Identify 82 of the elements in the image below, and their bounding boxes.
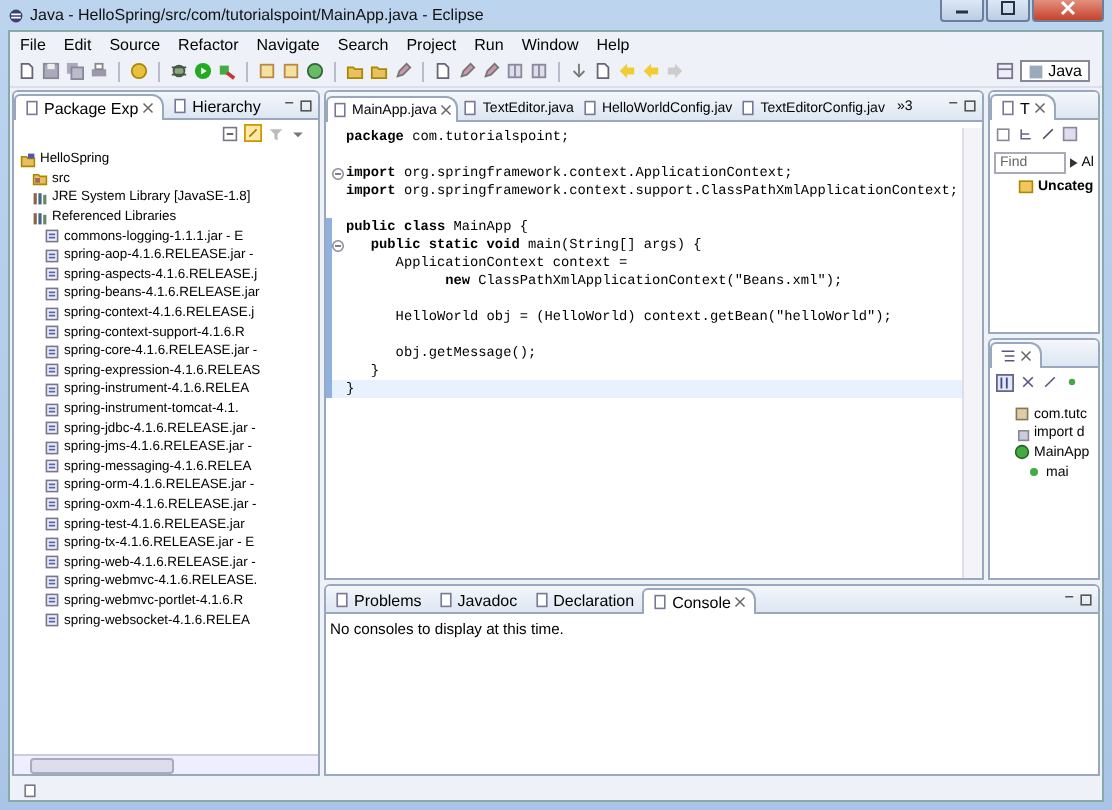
- close-button[interactable]: [1032, 0, 1104, 22]
- tab-icon: [1000, 100, 1016, 116]
- tab-icon: [172, 98, 189, 114]
- tab-icon: [581, 100, 598, 116]
- minimize-button[interactable]: [940, 0, 984, 22]
- grid-icon[interactable]: [506, 62, 524, 80]
- menu-item[interactable]: Search: [337, 35, 389, 53]
- tab-icon: [740, 100, 757, 116]
- menu-item[interactable]: File: [20, 35, 46, 53]
- fold-icon[interactable]: [332, 167, 344, 179]
- scrollbar[interactable]: [962, 128, 982, 578]
- menu-item[interactable]: Project: [406, 35, 457, 53]
- package-icon: [1014, 406, 1030, 423]
- link-icon[interactable]: [244, 124, 262, 142]
- tab-icon: [332, 102, 348, 118]
- tab-icon: [334, 592, 350, 608]
- scrollbar-thumb[interactable]: [30, 757, 174, 773]
- outline-tab[interactable]: [990, 341, 1042, 367]
- method-icon: [1026, 464, 1042, 481]
- tab-icon: [437, 592, 454, 608]
- tree-view-icon[interactable]: [1018, 126, 1034, 142]
- tab[interactable]: Problems: [326, 588, 430, 612]
- perspective-button[interactable]: Java: [1020, 60, 1090, 82]
- imports-icon: [1014, 425, 1030, 442]
- class-icon: [1014, 444, 1030, 461]
- save-icon[interactable]: [42, 62, 60, 80]
- library-icon: [32, 189, 48, 206]
- maximize-button[interactable]: [986, 0, 1030, 22]
- tab[interactable]: Declaration: [525, 588, 643, 612]
- java-perspective-icon: [1028, 63, 1045, 79]
- category-icon: [1018, 178, 1034, 194]
- maximize-icon[interactable]: [1078, 591, 1094, 607]
- menu-item[interactable]: Refactor: [178, 35, 239, 53]
- triangle-icon: [1070, 158, 1078, 168]
- fast-view-icon[interactable]: [22, 781, 38, 797]
- library-icon: [32, 209, 48, 226]
- maximize-icon: [1000, 0, 1016, 16]
- close-icon: [1060, 0, 1076, 16]
- menu-item[interactable]: Navigate: [256, 35, 320, 53]
- window-title: Java - HelloSpring/src/com/tutorialspoint/MainApp.java - Eclipse: [30, 6, 486, 24]
- tab-icon: [652, 594, 669, 610]
- jar-icon: [44, 612, 60, 629]
- collapse-all-icon[interactable]: [222, 125, 238, 141]
- tab[interactable]: Hierarchy: [164, 94, 269, 118]
- tab-icon: [462, 100, 479, 116]
- menu-item[interactable]: Edit: [63, 35, 92, 53]
- menu-item[interactable]: Help: [596, 35, 630, 53]
- dot-icon[interactable]: [1064, 374, 1080, 390]
- grid-icon[interactable]: [530, 62, 548, 80]
- layout-icon[interactable]: [1062, 126, 1078, 142]
- source-folder-icon: [32, 170, 48, 187]
- tab-icon: [24, 100, 40, 116]
- close-icon[interactable]: [1020, 349, 1032, 361]
- save-all-icon[interactable]: [66, 62, 84, 80]
- maximize-icon[interactable]: [962, 98, 978, 114]
- menu-item[interactable]: Run: [474, 35, 504, 53]
- close-icon[interactable]: [142, 102, 155, 114]
- package-icon[interactable]: [130, 62, 148, 80]
- close-icon[interactable]: [440, 104, 453, 116]
- project-icon: [20, 151, 36, 168]
- arrow-icon[interactable]: [570, 62, 588, 80]
- circle-icon[interactable]: [306, 62, 324, 80]
- menu-item[interactable]: Window: [521, 35, 579, 53]
- close-icon[interactable]: [1033, 102, 1046, 114]
- eclipse-logo-icon: [8, 7, 24, 23]
- close-icon[interactable]: [734, 596, 747, 608]
- page-icon[interactable]: [434, 62, 452, 80]
- outline-icon: [1000, 347, 1016, 363]
- tab[interactable]: Package Exp: [14, 94, 165, 120]
- maximize-icon[interactable]: [298, 97, 314, 113]
- tab[interactable]: Console: [642, 588, 757, 614]
- printer-icon[interactable]: [90, 62, 108, 80]
- tab-icon: [533, 592, 550, 608]
- open-perspective-icon[interactable]: [996, 62, 1015, 80]
- page-icon[interactable]: [18, 62, 36, 80]
- run-icon[interactable]: [194, 62, 212, 80]
- tab[interactable]: Javadoc: [429, 588, 526, 612]
- page-icon[interactable]: [594, 62, 612, 80]
- tab[interactable]: T: [990, 94, 1056, 120]
- pencil-icon[interactable]: [394, 62, 412, 80]
- menu-item[interactable]: Source: [109, 35, 161, 53]
- fold-icon[interactable]: [332, 239, 344, 251]
